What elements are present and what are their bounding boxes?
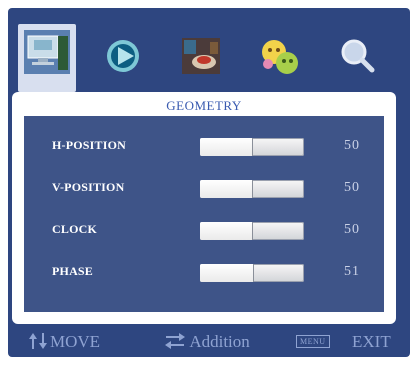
- clock-slider[interactable]: [200, 222, 304, 240]
- setting-label: PHASE: [52, 264, 94, 278]
- tab-information[interactable]: [328, 28, 386, 84]
- setting-v-position[interactable]: V-POSITION 50: [24, 174, 384, 204]
- up-down-arrows-icon: [29, 333, 47, 349]
- slider-fill: [200, 222, 253, 240]
- v-position-slider[interactable]: [200, 180, 304, 198]
- geometry-panel: GEOMETRY H-POSITION 50 V-POSITION 50 CLO…: [12, 92, 396, 324]
- slider-fill: [200, 264, 255, 282]
- footer-hints: MOVE Addition MENU EXIT: [8, 332, 410, 356]
- exit-label: EXIT: [352, 332, 391, 351]
- menu-tabs: [12, 24, 392, 96]
- tab-language[interactable]: [250, 28, 308, 84]
- setting-value: 50: [344, 222, 360, 237]
- setting-label: V-POSITION: [52, 180, 125, 194]
- setting-label: H-POSITION: [52, 138, 127, 152]
- play-icon: [107, 40, 139, 72]
- color-palette-icon: [182, 38, 220, 74]
- tab-picture[interactable]: [94, 28, 152, 84]
- panel-title: GEOMETRY: [166, 98, 242, 113]
- slider-fill: [200, 138, 253, 156]
- setting-label: CLOCK: [52, 222, 98, 236]
- move-hint: MOVE: [28, 332, 100, 352]
- phase-slider[interactable]: [200, 264, 304, 282]
- h-position-slider[interactable]: [200, 138, 304, 156]
- setting-clock[interactable]: CLOCK 50: [24, 216, 384, 246]
- setting-h-position[interactable]: H-POSITION 50: [24, 132, 384, 162]
- monitor-geometry-icon: [24, 30, 70, 74]
- settings-list: H-POSITION 50 V-POSITION 50 CLOCK 50 PHA…: [24, 116, 384, 312]
- setting-value: 50: [344, 180, 360, 195]
- left-right-arrows-icon: [165, 333, 185, 349]
- tab-color[interactable]: [172, 28, 230, 84]
- setting-value: 50: [344, 138, 360, 153]
- menu-button-badge: MENU: [296, 335, 330, 348]
- magnifier-icon: [341, 39, 375, 73]
- move-label: MOVE: [50, 332, 101, 351]
- tab-geometry[interactable]: [18, 24, 76, 92]
- addition-label: Addition: [189, 332, 250, 351]
- language-faces-icon: [262, 40, 298, 74]
- setting-phase[interactable]: PHASE 51: [24, 258, 384, 288]
- setting-value: 51: [344, 264, 360, 279]
- addition-hint: Addition: [164, 332, 250, 352]
- slider-fill: [200, 180, 253, 198]
